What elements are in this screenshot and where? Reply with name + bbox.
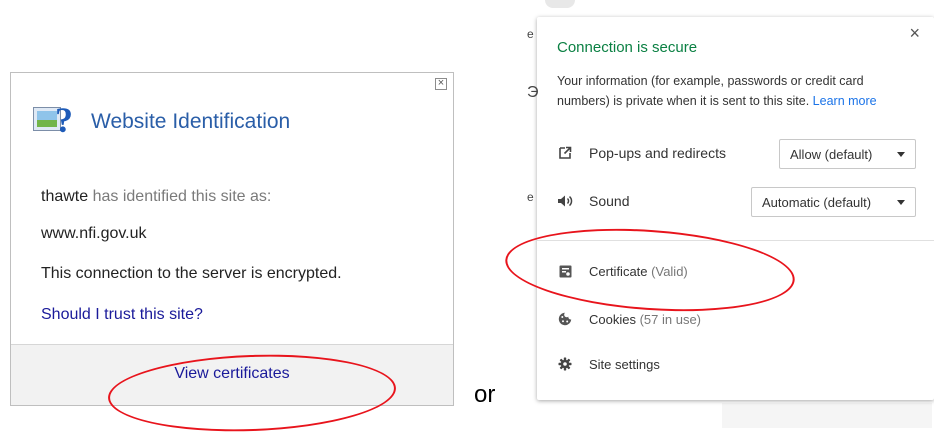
sound-row: Sound [557, 193, 629, 209]
certificate-label: Certificate [589, 263, 648, 279]
background-fragment [722, 403, 932, 428]
popups-value: Allow (default) [790, 146, 873, 162]
identified-text: has identified this site as: [92, 188, 272, 205]
certificate-status: (Valid) [651, 263, 688, 279]
open-in-new-icon [557, 145, 573, 161]
separator-word: or [474, 381, 496, 408]
cookies-row[interactable]: Cookies (57 in use) [557, 311, 701, 327]
chrome-site-info-popup: × Connection is secure Your information … [537, 17, 934, 400]
close-icon[interactable]: × [435, 78, 447, 90]
encrypted-text: This connection to the server is encrypt… [41, 265, 342, 282]
popups-row: Pop-ups and redirects [557, 145, 726, 161]
connection-info: Your information (for example, passwords… [557, 71, 917, 111]
background-fragment: e [527, 190, 534, 204]
view-certificates-link[interactable]: View certificates [11, 365, 453, 383]
site-settings-label: Site settings [589, 356, 660, 372]
connection-status-title: Connection is secure [557, 39, 698, 56]
divider [537, 240, 934, 241]
gear-icon [557, 356, 573, 372]
sound-label: Sound [589, 193, 630, 209]
popups-label: Pop-ups and redirects [589, 145, 726, 161]
dialog-title: Website Identification [91, 110, 291, 133]
chevron-down-icon [897, 200, 905, 205]
dialog-header: ? Website Identification [33, 100, 291, 140]
site-settings-row[interactable]: Site settings [557, 356, 660, 372]
trust-site-link[interactable]: Should I trust this site? [41, 306, 203, 324]
chevron-down-icon [897, 152, 905, 157]
background-fragment [545, 0, 575, 8]
certificate-icon [557, 263, 573, 279]
website-identification-icon: ? [33, 100, 77, 140]
learn-more-link[interactable]: Learn more [813, 94, 877, 108]
dialog-footer: View certificates [11, 344, 453, 405]
certificate-row[interactable]: Certificate (Valid) [557, 263, 688, 279]
ie-website-identification-dialog: × ? Website Identification thawte has id… [10, 72, 454, 406]
sound-select[interactable]: Automatic (default) [751, 187, 916, 217]
background-fragment: Э [527, 84, 539, 101]
identified-line: thawte has identified this site as: [41, 188, 271, 206]
close-icon[interactable]: × [909, 23, 920, 44]
background-fragment: e [527, 27, 534, 41]
cookies-label: Cookies [589, 311, 636, 327]
site-name: www.nfi.gov.uk [41, 225, 147, 242]
popups-select[interactable]: Allow (default) [779, 139, 916, 169]
cookie-icon [557, 311, 573, 327]
volume-icon [557, 193, 573, 209]
sound-value: Automatic (default) [762, 194, 872, 210]
issuer-name: thawte [41, 188, 89, 205]
cookies-count: (57 in use) [639, 311, 702, 327]
